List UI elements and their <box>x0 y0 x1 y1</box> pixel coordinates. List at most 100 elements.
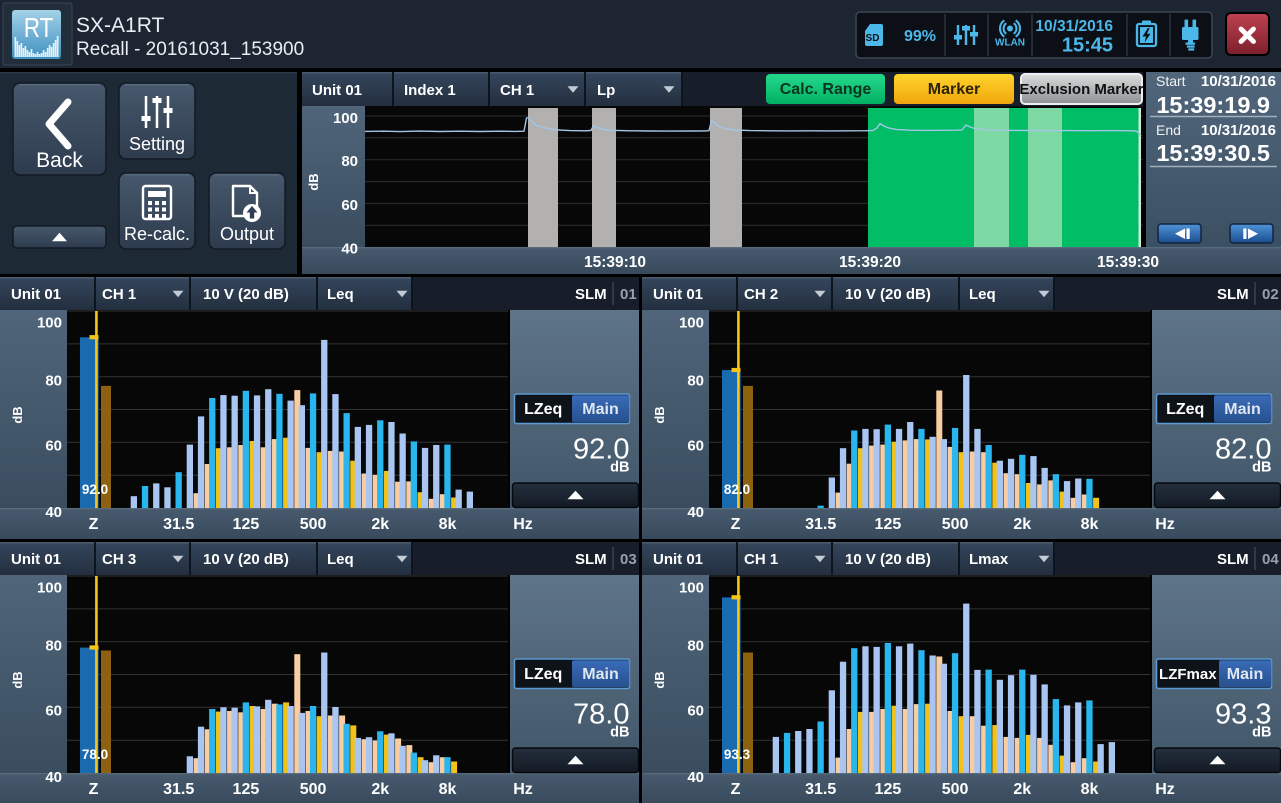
svg-text:2k: 2k <box>371 781 389 798</box>
svg-text:8k: 8k <box>439 516 457 533</box>
svg-text:RT: RT <box>24 13 54 44</box>
svg-text:10 V (20 dB): 10 V (20 dB) <box>203 286 289 303</box>
svg-text:31.5: 31.5 <box>163 781 194 798</box>
svg-text:Hz: Hz <box>513 781 533 798</box>
svg-text:dB: dB <box>610 725 629 741</box>
svg-text:100: 100 <box>679 314 704 331</box>
svg-text:Unit 01: Unit 01 <box>312 82 362 99</box>
svg-text:40: 40 <box>687 504 704 521</box>
svg-text:Leq: Leq <box>327 286 354 303</box>
svg-text:31.5: 31.5 <box>163 516 194 533</box>
svg-text:10 V (20 dB): 10 V (20 dB) <box>203 551 289 568</box>
svg-text:500: 500 <box>942 516 969 533</box>
svg-text:80: 80 <box>687 372 704 389</box>
svg-text:60: 60 <box>341 197 358 214</box>
svg-text:Leq: Leq <box>969 286 996 303</box>
svg-text:dB: dB <box>1252 460 1271 476</box>
svg-text:15:39:30: 15:39:30 <box>1097 254 1159 271</box>
svg-text:SLM: SLM <box>575 286 607 303</box>
svg-text:dB: dB <box>652 406 667 423</box>
svg-text:Calc. Range: Calc. Range <box>780 81 872 98</box>
svg-text:Start: Start <box>1156 73 1186 89</box>
svg-text:Unit 01: Unit 01 <box>11 286 61 303</box>
svg-text:SLM: SLM <box>1217 551 1249 568</box>
svg-text:Exclusion Marker: Exclusion Marker <box>1019 81 1143 98</box>
svg-text:01: 01 <box>620 286 637 303</box>
svg-text:40: 40 <box>45 769 62 786</box>
svg-text:60: 60 <box>45 702 62 719</box>
svg-text:31.5: 31.5 <box>805 516 836 533</box>
svg-text:Main: Main <box>1224 401 1260 418</box>
svg-text:dB: dB <box>306 173 321 190</box>
svg-text:SX-A1RT: SX-A1RT <box>76 14 164 37</box>
svg-text:8k: 8k <box>1081 516 1099 533</box>
svg-text:dB: dB <box>1252 725 1271 741</box>
svg-text:Hz: Hz <box>1155 516 1175 533</box>
svg-text:dB: dB <box>10 406 25 423</box>
svg-text:15:39:20: 15:39:20 <box>839 254 901 271</box>
svg-text:Unit 01: Unit 01 <box>11 551 61 568</box>
svg-text:80: 80 <box>687 637 704 654</box>
svg-text:Unit 01: Unit 01 <box>653 551 703 568</box>
svg-text:SLM: SLM <box>1217 286 1249 303</box>
svg-text:Z: Z <box>731 781 741 798</box>
svg-text:125: 125 <box>233 781 260 798</box>
svg-text:LZeq: LZeq <box>1166 401 1204 418</box>
svg-text:Z: Z <box>731 516 741 533</box>
svg-text:100: 100 <box>37 579 62 596</box>
svg-text:CH 1: CH 1 <box>500 82 534 99</box>
svg-text:CH 3: CH 3 <box>102 551 136 568</box>
svg-text:LZeq: LZeq <box>524 666 562 683</box>
svg-text:LZeq: LZeq <box>524 401 562 418</box>
svg-text:WLAN: WLAN <box>995 38 1025 49</box>
svg-text:8k: 8k <box>439 781 457 798</box>
svg-text:Unit 01: Unit 01 <box>653 286 703 303</box>
svg-text:10/31/2016: 10/31/2016 <box>1201 73 1276 90</box>
svg-text:Marker: Marker <box>928 81 980 98</box>
svg-text:dB: dB <box>10 671 25 688</box>
svg-text:500: 500 <box>300 516 327 533</box>
svg-text:2k: 2k <box>371 516 389 533</box>
svg-text:125: 125 <box>233 516 260 533</box>
svg-text:Hz: Hz <box>1155 781 1175 798</box>
svg-text:CH 2: CH 2 <box>744 286 778 303</box>
svg-text:125: 125 <box>875 516 902 533</box>
svg-text:100: 100 <box>333 110 358 127</box>
svg-text:125: 125 <box>875 781 902 798</box>
svg-text:60: 60 <box>687 702 704 719</box>
svg-text:31.5: 31.5 <box>805 781 836 798</box>
svg-text:03: 03 <box>620 551 637 568</box>
svg-text:100: 100 <box>679 579 704 596</box>
svg-text:500: 500 <box>942 781 969 798</box>
svg-text:99%: 99% <box>904 28 936 45</box>
svg-text:93.3: 93.3 <box>724 747 751 762</box>
svg-text:dB: dB <box>652 671 667 688</box>
svg-text:SD: SD <box>866 33 880 44</box>
svg-text:Setting: Setting <box>129 134 185 154</box>
svg-text:2k: 2k <box>1013 781 1031 798</box>
svg-text:Main: Main <box>582 401 618 418</box>
svg-text:Leq: Leq <box>327 551 354 568</box>
svg-text:Main: Main <box>582 666 618 683</box>
svg-text:40: 40 <box>45 504 62 521</box>
svg-text:100: 100 <box>37 314 62 331</box>
svg-text:15:39:30.5: 15:39:30.5 <box>1156 140 1270 166</box>
svg-text:Back: Back <box>36 149 83 172</box>
svg-text:80: 80 <box>45 637 62 654</box>
svg-text:CH 1: CH 1 <box>102 286 136 303</box>
svg-text:10 V (20 dB): 10 V (20 dB) <box>845 286 931 303</box>
svg-text:CH 1: CH 1 <box>744 551 778 568</box>
svg-text:Main: Main <box>1227 666 1263 683</box>
svg-text:82.0: 82.0 <box>724 482 750 497</box>
svg-text:10 V (20 dB): 10 V (20 dB) <box>845 551 931 568</box>
svg-text:SLM: SLM <box>575 551 607 568</box>
svg-text:80: 80 <box>45 372 62 389</box>
svg-text:Z: Z <box>89 516 99 533</box>
svg-text:15:39:10: 15:39:10 <box>584 254 646 271</box>
svg-text:80: 80 <box>341 153 358 170</box>
svg-text:2k: 2k <box>1013 516 1031 533</box>
svg-text:Recall - 20161031_153900: Recall - 20161031_153900 <box>76 39 304 60</box>
svg-text:Re-calc.: Re-calc. <box>124 224 190 244</box>
svg-text:End: End <box>1156 122 1181 138</box>
svg-text:dB: dB <box>610 460 629 476</box>
